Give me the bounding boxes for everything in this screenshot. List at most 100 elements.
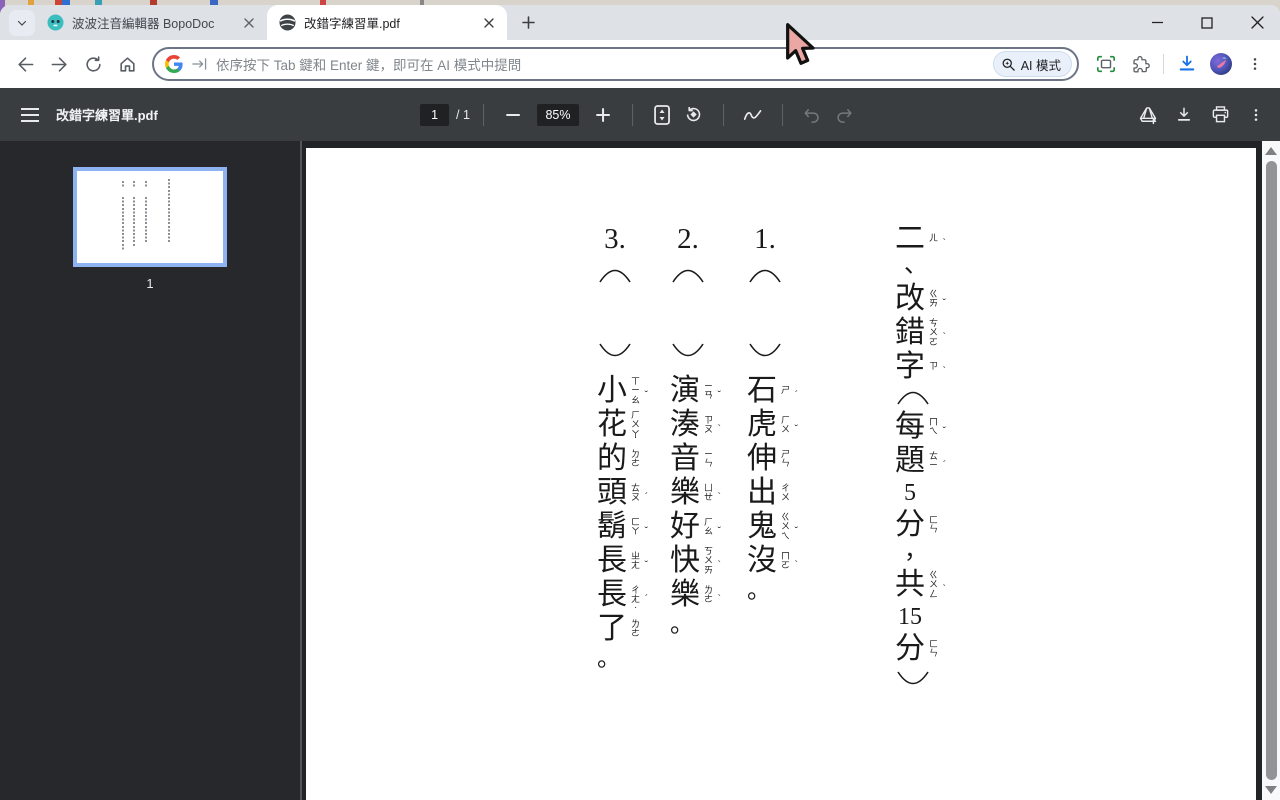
main-character: 長 <box>595 544 629 578</box>
pdf-separator <box>723 104 724 126</box>
omnibox[interactable]: 依序按下 Tab 鍵和 Enter 鍵，即可在 AI 模式中提問 AI 模式 <box>152 47 1079 81</box>
tone-mark: ˇ <box>644 559 648 571</box>
zhuyin-annotation: ㄇㄛˋ <box>779 544 792 578</box>
tab-title: 改錯字練習單.pdf <box>304 13 474 32</box>
pdf-page: 二ㄦˋ、改ㄍㄞˇ錯ㄘㄨㄛˋ字ㄗˋ每ㄇㄟˇ題ㄊㄧˊ5分ㄈㄣ，共ㄍㄨㄥˋ15分ㄈㄣ1… <box>306 148 1256 800</box>
undo-button[interactable] <box>796 99 828 131</box>
hamburger-icon <box>21 108 39 122</box>
save-to-drive-button[interactable] <box>1132 99 1164 131</box>
forward-button[interactable] <box>44 49 74 79</box>
char-with-zhuyin: 沒ㄇㄛˋ <box>745 544 793 578</box>
rotate-button[interactable] <box>678 99 710 131</box>
ai-mode-button[interactable]: AI 模式 <box>993 51 1072 77</box>
paren-open <box>595 262 635 288</box>
pdf-menu-button[interactable] <box>14 99 46 131</box>
ai-mode-label: AI 模式 <box>1021 55 1061 74</box>
close-window-button[interactable] <box>1246 12 1268 34</box>
zhuyin-annotation: ㄈㄣ <box>927 632 940 666</box>
zhuyin-annotation: ㄎㄨㄞˋ <box>702 544 715 578</box>
main-character: 分 <box>893 508 927 542</box>
zhuyin-annotation: ㄧㄣ <box>702 442 715 476</box>
extensions-button[interactable] <box>1125 49 1155 79</box>
google-g-icon <box>165 55 183 73</box>
home-button[interactable] <box>112 49 142 79</box>
tone-mark: ˇ <box>717 525 721 537</box>
doc-column-item-3: 3.小ㄒㄧㄠˇ花ㄏㄨㄚ的ㄉㄜ˙頭ㄊㄡˊ鬍ㄈㄚˇ長ㄓㄤˇ長ㄔㄤˊ了ㄌㄜ˙。 <box>595 222 643 672</box>
zhuyin-annotation: ㄗㄡˋ <box>702 408 715 442</box>
tab-search-button[interactable] <box>9 10 35 36</box>
home-icon <box>118 55 137 74</box>
item-number: 1. <box>745 222 785 256</box>
zhuyin-annotation: ㄍㄨㄟˇ <box>779 510 792 544</box>
punctuation: 。 <box>592 646 626 672</box>
pen-squiggle-icon <box>743 107 763 123</box>
page-number-input[interactable]: 1 <box>420 104 449 126</box>
tab-bopodoc[interactable]: 波波注音編輯器 BopoDoc <box>35 5 267 40</box>
zoom-level-input[interactable]: 85% <box>537 104 579 126</box>
item-number: 2. <box>668 222 708 256</box>
profile-avatar[interactable] <box>1206 49 1236 79</box>
tone-mark: ˊ <box>644 593 648 605</box>
browser-menu-button[interactable] <box>1240 49 1270 79</box>
toolbar-separator <box>1163 54 1164 74</box>
tab-strip: 波波注音編輯器 BopoDoc 改錯字練習單.pdf <box>0 5 1280 40</box>
zhuyin-annotation: ㄇㄟˇ <box>927 410 940 444</box>
reload-button[interactable] <box>78 49 108 79</box>
zoom-in-button[interactable] <box>587 99 619 131</box>
page-count-label: / 1 <box>456 108 470 122</box>
main-character: 小 <box>595 374 629 408</box>
screen-capture-button[interactable] <box>1091 49 1121 79</box>
char-with-zhuyin: 了ㄌㄜ˙ <box>595 612 643 646</box>
print-icon <box>1211 105 1230 124</box>
omnibox-placeholder: 依序按下 Tab 鍵和 Enter 鍵，即可在 AI 模式中提問 <box>216 54 993 74</box>
pdf-document-title: 改錯字練習單.pdf <box>56 105 158 124</box>
maximize-button[interactable] <box>1196 12 1218 34</box>
avatar-image <box>1209 52 1233 76</box>
minimize-button[interactable] <box>1146 12 1168 34</box>
zhuyin-annotation: ㄏㄠˇ <box>702 510 715 544</box>
scroll-down-arrow[interactable] <box>1265 786 1277 794</box>
char-with-zhuyin: 二ㄦˋ <box>893 222 941 256</box>
zoom-out-button[interactable] <box>497 99 529 131</box>
main-character: 虎 <box>745 408 779 442</box>
redo-button[interactable] <box>828 99 860 131</box>
tab-close-button[interactable] <box>240 14 257 31</box>
char-with-zhuyin: 樂ㄩㄝˋ <box>668 476 716 510</box>
scroll-up-arrow[interactable] <box>1265 147 1277 155</box>
back-button[interactable] <box>10 49 40 79</box>
fit-page-button[interactable] <box>646 99 678 131</box>
char-with-zhuyin: 小ㄒㄧㄠˇ <box>595 374 643 408</box>
tone-mark: ˋ <box>942 237 946 249</box>
doc-column-title: 二ㄦˋ、改ㄍㄞˇ錯ㄘㄨㄛˋ字ㄗˋ每ㄇㄟˇ題ㄊㄧˊ5分ㄈㄣ，共ㄍㄨㄥˋ15分ㄈㄣ <box>893 222 941 692</box>
punctuation: ， <box>899 538 933 564</box>
char-with-zhuyin: 鬍ㄈㄚˇ <box>595 510 643 544</box>
tone-mark: ˇ <box>942 425 946 437</box>
punctuation: 、 <box>899 252 933 278</box>
thumbnail-page-preview <box>73 167 227 267</box>
tone-mark: ˇ <box>644 389 648 401</box>
new-tab-button[interactable] <box>515 10 541 36</box>
scrollbar-thumb[interactable] <box>1266 161 1277 780</box>
print-button[interactable] <box>1204 99 1236 131</box>
tone-mark: ˋ <box>717 559 721 571</box>
vertical-scrollbar[interactable] <box>1262 141 1280 800</box>
tone-mark: ˊ <box>942 459 946 471</box>
char-with-zhuyin: 每ㄇㄟˇ <box>893 410 941 444</box>
zhuyin-annotation: ㄧㄢˇ <box>702 374 715 408</box>
globe-favicon-icon <box>279 14 296 31</box>
tone-mark: ˋ <box>717 593 721 605</box>
pdf-download-button[interactable] <box>1168 99 1200 131</box>
tone-mark: ˇ <box>794 423 798 435</box>
char-with-zhuyin: 出ㄔㄨ <box>745 476 793 510</box>
tab-close-button[interactable] <box>480 14 497 31</box>
ai-sparkle-search-icon <box>1001 57 1016 72</box>
page-thumbnail[interactable]: 1 <box>73 167 227 291</box>
tone-mark: ˇ <box>794 525 798 537</box>
tab-pdf[interactable]: 改錯字練習單.pdf <box>267 5 507 40</box>
main-character: 伸 <box>745 442 779 476</box>
pdf-more-button[interactable] <box>1240 99 1272 131</box>
zhuyin-annotation: ㄗˋ <box>927 350 940 384</box>
downloads-button[interactable] <box>1172 49 1202 79</box>
annotate-button[interactable] <box>737 99 769 131</box>
zhuyin-annotation: ㄍㄞˇ <box>927 282 940 316</box>
